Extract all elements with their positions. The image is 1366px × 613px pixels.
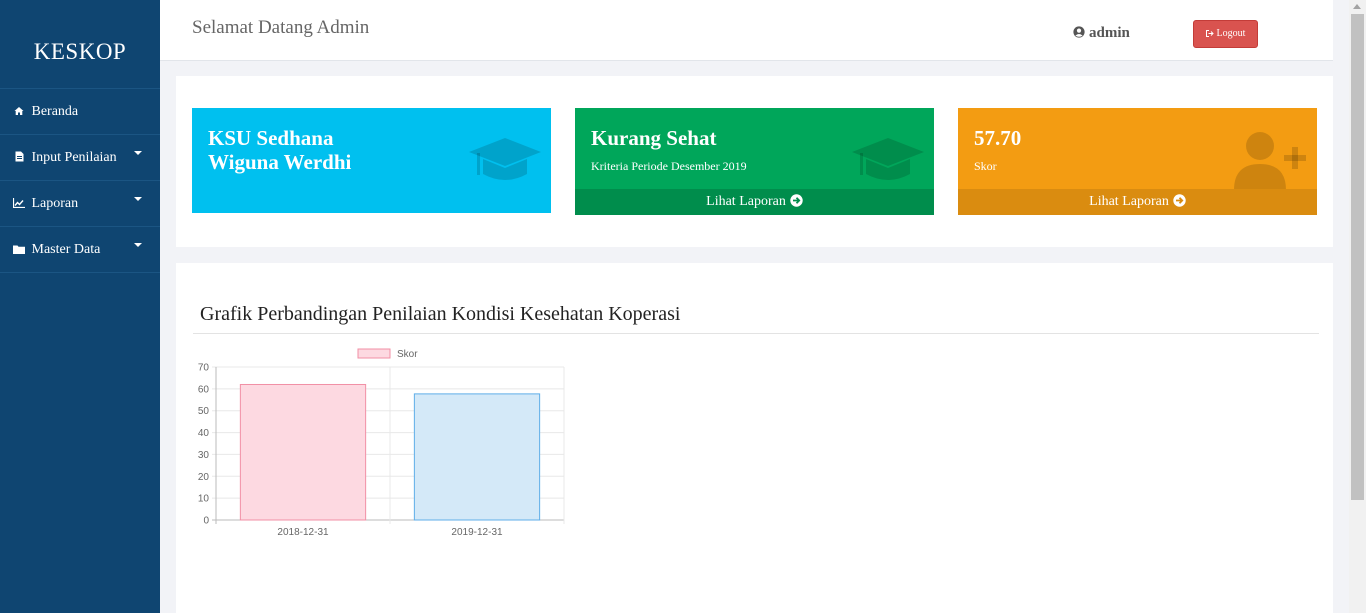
home-icon — [12, 89, 26, 135]
cooperative-name-box: KSU Sedhana Wiguna Werdhi — [192, 108, 551, 213]
cooperative-name-line2: Wiguna Werdhi — [208, 150, 352, 174]
cooperative-name: KSU Sedhana Wiguna Werdhi — [208, 126, 351, 174]
health-status-box: Kurang Sehat Kriteria Periode Desember 2… — [575, 108, 934, 215]
chart-title: Grafik Perbandingan Penilaian Kondisi Ke… — [200, 303, 681, 325]
sidebar: KESKOP Beranda Input Penilaian Laporan M… — [0, 0, 160, 613]
view-report-label: Lihat Laporan — [706, 194, 786, 209]
view-report-link[interactable]: Lihat Laporan — [575, 189, 934, 215]
y-tick-label: 70 — [198, 363, 210, 374]
user-plus-icon — [1232, 130, 1310, 197]
sidebar-item-label: Beranda — [31, 104, 79, 119]
cooperative-name-line1: KSU Sedhana — [208, 126, 334, 150]
view-report-label: Lihat Laporan — [1089, 194, 1169, 209]
sidebar-item-beranda[interactable]: Beranda — [0, 89, 160, 135]
sign-out-icon — [1205, 28, 1217, 39]
user-menu[interactable]: admin — [1073, 25, 1130, 42]
y-tick-label: 30 — [198, 450, 210, 461]
y-tick-label: 0 — [203, 516, 209, 527]
file-icon — [12, 135, 26, 181]
health-status-subtitle: Kriteria Periode Desember 2019 — [591, 159, 747, 173]
line-chart-icon — [12, 181, 26, 227]
y-tick-label: 60 — [198, 384, 210, 395]
x-tick-label: 2018-12-31 — [277, 527, 329, 538]
logout-button[interactable]: Logout — [1193, 20, 1258, 48]
logout-label: Logout — [1216, 28, 1246, 39]
legend-swatch — [357, 348, 391, 359]
user-circle-icon — [1073, 25, 1089, 41]
health-status-title: Kurang Sehat — [591, 126, 717, 150]
sidebar-item-label: Laporan — [31, 196, 79, 211]
summary-panel: KSU Sedhana Wiguna Werdhi Kurang Sehat K… — [176, 76, 1333, 247]
arrow-circle-right-icon — [1169, 194, 1186, 209]
x-tick-label: 2019-12-31 — [451, 527, 503, 538]
sidebar-item-input-penilaian[interactable]: Input Penilaian — [0, 135, 160, 181]
graduation-cap-icon — [851, 136, 925, 191]
scrollbar-thumb[interactable] — [1351, 14, 1364, 500]
score-box: 57.70 Skor Lihat Laporan — [958, 108, 1317, 215]
sidebar-item-master-data[interactable]: Master Data — [0, 227, 160, 273]
legend-label: Skor — [397, 349, 418, 360]
welcome-text: Selamat Datang Admin — [192, 17, 370, 38]
chart-panel: Grafik Perbandingan Penilaian Kondisi Ke… — [176, 263, 1333, 613]
divider — [193, 333, 1319, 334]
top-header: Selamat Datang Admin admin Logout — [160, 0, 1333, 61]
view-report-link[interactable]: Lihat Laporan — [958, 189, 1317, 215]
y-tick-label: 50 — [198, 406, 210, 417]
chevron-down-icon — [134, 151, 142, 155]
bar — [413, 393, 541, 521]
y-tick-label: 10 — [198, 494, 210, 505]
user-name: admin — [1089, 25, 1130, 41]
y-tick-label: 20 — [198, 472, 210, 483]
graduation-cap-icon — [468, 136, 542, 191]
y-tick-label: 40 — [198, 428, 210, 439]
chevron-down-icon — [134, 243, 142, 247]
bar — [239, 383, 367, 521]
scroll-up-arrow-icon[interactable] — [1353, 4, 1361, 9]
sidebar-item-label: Input Penilaian — [31, 150, 117, 165]
folder-icon — [12, 227, 26, 273]
sidebar-item-laporan[interactable]: Laporan — [0, 181, 160, 227]
chevron-down-icon — [134, 197, 142, 201]
sidebar-item-label: Master Data — [31, 242, 101, 257]
brand-logo[interactable]: KESKOP — [0, 0, 160, 89]
score-value: 57.70 — [974, 126, 1022, 150]
comparison-bar-chart: 0 10 20 30 40 50 60 70 2018-12-31 2019-12-31 Skor — [198, 348, 565, 538]
score-label: Skor — [974, 159, 997, 173]
arrow-circle-right-icon — [786, 194, 803, 209]
